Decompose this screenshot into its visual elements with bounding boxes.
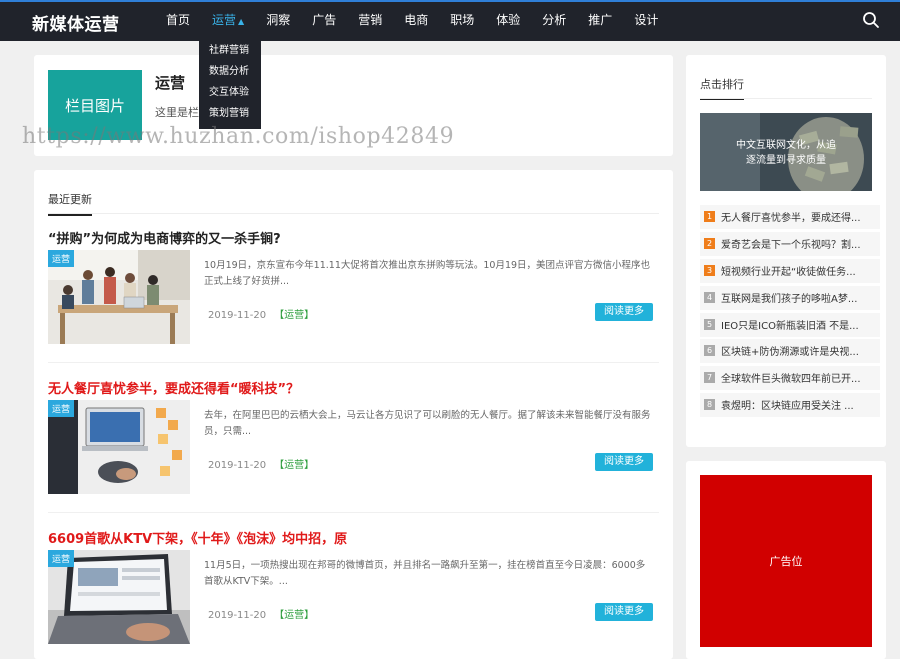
ranking-item-title: 互联网是我们孩子的哆啦A梦... xyxy=(721,293,858,305)
ranking-item[interactable]: 8 袁煜明：区块链应用受关注 ... xyxy=(700,393,880,418)
ranking-item[interactable]: 2 爱奇艺会是下一个乐视吗？割... xyxy=(700,231,880,256)
rank-number: 5 xyxy=(704,318,715,330)
main-nav: 首页 运营 ▲ 洞察 广告 营销 电商 职场 体验 分析 推广 设计 xyxy=(155,2,669,41)
ranking-item-title: IEO只是ICO新瓶装旧酒 不是... xyxy=(721,320,859,332)
read-more-button[interactable]: 阅读更多 xyxy=(595,453,653,471)
post-category-link[interactable]: 【运营】 xyxy=(274,460,314,471)
post-excerpt: 10月19日，京东宣布今年11.11大促将首次推出京东拼购等玩法。10月19日，… xyxy=(204,260,651,287)
post-meta: 2019-11-20 【运营】 xyxy=(208,456,314,471)
post-thumbnail[interactable]: 运营 xyxy=(48,550,190,644)
dropdown-item-interaction[interactable]: 交互体验 xyxy=(199,82,261,103)
ranking-item[interactable]: 4 互联网是我们孩子的哆啦A梦... xyxy=(700,285,880,310)
nav-item-design[interactable]: 设计 xyxy=(623,2,669,41)
category-tag[interactable]: 运营 xyxy=(48,250,75,267)
nav-item-operations[interactable]: 运营 ▲ xyxy=(201,2,255,41)
post-title[interactable]: “拼购”为何成为电商博弈的又一杀手锏? xyxy=(48,228,659,247)
ranking-heading: 点击排行 xyxy=(700,76,744,100)
post-category-link[interactable]: 【运营】 xyxy=(274,610,314,621)
top-navigation-bar: 新媒体运营 首页 运营 ▲ 洞察 广告 营销 电商 职场 体验 分析 推广 设计 xyxy=(0,0,900,41)
divider xyxy=(48,362,659,363)
post-category-link[interactable]: 【运营】 xyxy=(274,310,314,321)
operations-dropdown-menu: 社群营销 数据分析 交互体验 策划营销 xyxy=(199,39,261,129)
featured-image[interactable]: 中文互联网文化，从追 逐流量到寻求质量 xyxy=(700,113,872,191)
nav-item-marketing[interactable]: 营销 xyxy=(347,2,393,41)
rank-number: 4 xyxy=(704,291,715,303)
post-title[interactable]: 6609首歌从KTV下架，《十年》《泡沫》均中招，原 xyxy=(48,528,659,547)
rank-number: 1 xyxy=(704,211,715,222)
ranking-item-title: 区块链+防伪溯源或许是央视... xyxy=(721,347,859,359)
post-thumbnail[interactable]: 运营 xyxy=(48,250,190,344)
ranking-item-title: 全球软件巨头微软四年前已开... xyxy=(721,374,861,386)
post-date: 2019-11-20 xyxy=(208,310,267,321)
read-more-button[interactable]: 阅读更多 xyxy=(595,603,653,621)
nav-item-insight[interactable]: 洞察 xyxy=(255,2,301,41)
post-excerpt: 去年，在阿里巴巴的云栖大会上，马云让各方见识了可以刷脸的无人餐厅。据了解该未来智… xyxy=(204,410,651,437)
ad-slot[interactable]: 广告位 xyxy=(700,475,872,647)
post-title[interactable]: 无人餐厅喜忧参半，要成还得看“暖科技”？ xyxy=(48,378,659,397)
category-image: 栏目图片 xyxy=(48,70,142,140)
featured-image-caption: 中文互联网文化，从追 逐流量到寻求质量 xyxy=(700,138,872,168)
rank-number: 6 xyxy=(704,345,715,357)
post-item: 无人餐厅喜忧参半，要成还得看“暖科技”？ 运营 去年，在阿里巴巴的云栖大会上，马… xyxy=(48,378,659,494)
post-thumbnail[interactable]: 运营 xyxy=(48,400,190,494)
search-icon[interactable] xyxy=(862,11,880,29)
popular-ranking-panel: 点击排行 中文互联网文化，从追 逐流量到寻求质量 1 无人餐厅喜忧参半，要成还得..… xyxy=(686,55,886,447)
post-meta: 2019-11-20 【运营】 xyxy=(208,306,314,321)
featured-caption-line: 中文互联网文化，从追 xyxy=(736,140,836,151)
divider xyxy=(700,98,872,99)
nav-item-ecommerce[interactable]: 电商 xyxy=(393,2,439,41)
ranking-item-title: 短视频行业开起“收徒做任务... xyxy=(721,266,856,278)
nav-item-operations-label: 运营 xyxy=(212,13,237,27)
dropdown-item-data-analysis[interactable]: 数据分析 xyxy=(199,61,261,82)
chevron-up-icon: ▲ xyxy=(238,17,245,26)
post-excerpt: 11月5日，一项热搜出现在邦哥的微博首页，并且排名一路飙升至第一，挂在榜首直至今… xyxy=(204,560,646,587)
category-title: 运营 xyxy=(155,74,186,92)
rank-number: 3 xyxy=(704,264,715,276)
read-more-button[interactable]: 阅读更多 xyxy=(595,303,653,321)
divider xyxy=(48,512,659,513)
ad-panel: 广告位 xyxy=(686,461,886,659)
category-banner: 栏目图片 运营 这里是栏 xyxy=(34,55,673,156)
ranking-item[interactable]: 3 短视频行业开起“收徒做任务... xyxy=(700,258,880,283)
category-description: 这里是栏 xyxy=(155,106,199,119)
post-meta: 2019-11-20 【运营】 xyxy=(208,606,314,621)
ranking-list: 1 无人餐厅喜忧参半，要成还得... 2 爱奇艺会是下一个乐视吗？割... 3 短视频… xyxy=(700,205,880,420)
dropdown-item-community-marketing[interactable]: 社群营销 xyxy=(199,40,261,61)
featured-caption-line: 逐流量到寻求质量 xyxy=(746,155,826,166)
nav-item-ads[interactable]: 广告 xyxy=(301,2,347,41)
nav-item-workplace[interactable]: 职场 xyxy=(439,2,485,41)
ranking-item[interactable]: 1 无人餐厅喜忧参半，要成还得... xyxy=(700,205,880,229)
post-item: 6609首歌从KTV下架，《十年》《泡沫》均中招，原 运营 11月5日，一项热搜… xyxy=(48,528,659,644)
dropdown-item-planning[interactable]: 策划营销 xyxy=(199,103,261,124)
site-logo[interactable]: 新媒体运营 xyxy=(32,10,120,35)
rank-number: 2 xyxy=(704,237,715,249)
post-item: “拼购”为何成为电商博弈的又一杀手锏? 运营 10月19日，京东宣布今年11.1… xyxy=(48,228,659,344)
ranking-item[interactable]: 7 全球软件巨头微软四年前已开... xyxy=(700,366,880,391)
nav-item-analysis[interactable]: 分析 xyxy=(531,2,577,41)
post-date: 2019-11-20 xyxy=(208,610,267,621)
recent-posts-panel: 最近更新 “拼购”为何成为电商博弈的又一杀手锏? 运营 10月19日，京东宣布今… xyxy=(34,170,673,659)
ranking-item[interactable]: 6 区块链+防伪溯源或许是央视... xyxy=(700,339,880,364)
rank-number: 7 xyxy=(704,372,715,384)
rank-number: 8 xyxy=(704,399,715,411)
category-tag[interactable]: 运营 xyxy=(48,550,75,567)
ranking-item-title: 无人餐厅喜忧参半，要成还得... xyxy=(721,213,861,224)
ranking-item[interactable]: 5 IEO只是ICO新瓶装旧酒 不是... xyxy=(700,312,880,337)
post-date: 2019-11-20 xyxy=(208,460,267,471)
category-tag[interactable]: 运营 xyxy=(48,400,75,417)
divider xyxy=(48,213,659,214)
nav-item-experience[interactable]: 体验 xyxy=(485,2,531,41)
nav-item-promotion[interactable]: 推广 xyxy=(577,2,623,41)
ranking-item-title: 爱奇艺会是下一个乐视吗？割... xyxy=(721,239,861,251)
ranking-item-title: 袁煜明：区块链应用受关注 ... xyxy=(721,401,854,413)
nav-item-home[interactable]: 首页 xyxy=(155,2,201,41)
